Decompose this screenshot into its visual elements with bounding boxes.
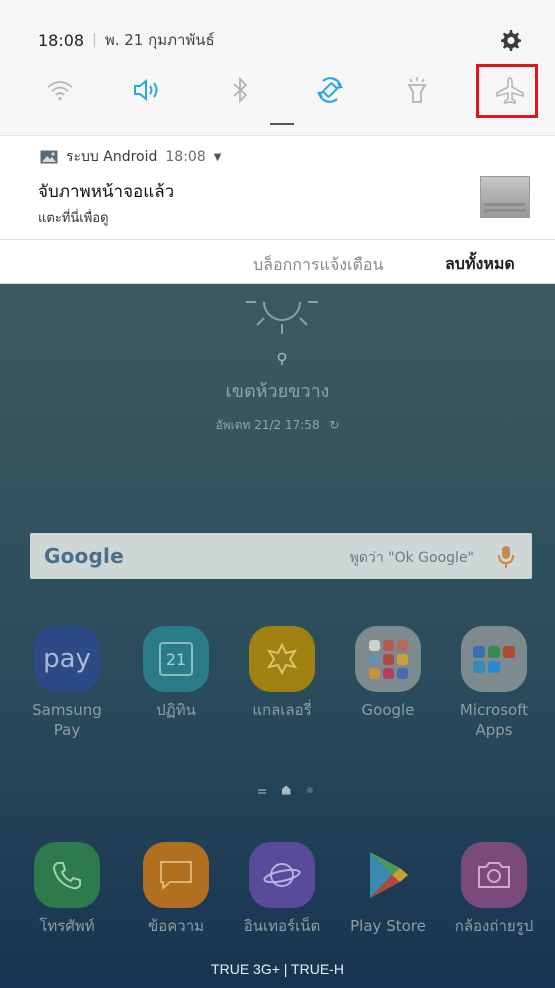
app-microsoft-folder[interactable]: Microsoft Apps bbox=[444, 626, 544, 740]
refresh-icon[interactable]: ↻ bbox=[329, 418, 339, 432]
app-gallery[interactable]: แกลเลอรี่ bbox=[232, 626, 332, 720]
sun-weather-icon bbox=[246, 301, 318, 334]
wifi-toggle[interactable] bbox=[40, 70, 80, 110]
auto-rotate-toggle[interactable] bbox=[310, 70, 350, 110]
block-notifications-button[interactable]: บล็อกการแจ้งเตือน bbox=[253, 253, 383, 278]
gallery-flower-icon bbox=[249, 626, 315, 692]
voice-search-hint: พูดว่า "Ok Google" bbox=[349, 550, 474, 566]
weather-updated-time[interactable]: อัพเดท 21/2 17:58 ↻ bbox=[0, 416, 555, 435]
app-label: Microsoft Apps bbox=[459, 701, 529, 739]
app-label: อินเทอร์เน็ต bbox=[243, 917, 321, 935]
internet-planet-icon bbox=[249, 842, 315, 908]
bluetooth-icon bbox=[233, 77, 248, 103]
microsoft-folder-icon bbox=[461, 626, 527, 692]
clock-date-row: 18:08 | พ. 21 กุมภาพันธ์ bbox=[38, 28, 215, 52]
bluetooth-toggle[interactable] bbox=[220, 70, 260, 110]
app-play-store[interactable]: Play Store bbox=[338, 842, 438, 936]
google-logo: Google bbox=[44, 544, 124, 568]
phone-icon bbox=[34, 842, 100, 908]
divider bbox=[0, 239, 555, 240]
app-google-folder[interactable]: Google bbox=[338, 626, 438, 720]
settings-gear-icon[interactable] bbox=[496, 26, 524, 54]
app-label: ปฏิทิน bbox=[156, 701, 196, 719]
menu-lines-icon bbox=[257, 789, 266, 791]
sound-icon bbox=[134, 78, 158, 102]
notification-title[interactable]: จับภาพหน้าจอแล้ว bbox=[38, 178, 174, 205]
clear-all-button[interactable]: ลบทั้งหมด bbox=[445, 252, 515, 277]
wifi-icon bbox=[47, 81, 73, 101]
screenshot-thumbnail[interactable] bbox=[480, 176, 530, 218]
notification-header[interactable]: ระบบ Android 18:08 ▼ bbox=[40, 147, 221, 167]
app-camera[interactable]: กล้องถ่ายรูป bbox=[444, 842, 544, 936]
flashlight-icon bbox=[407, 77, 427, 103]
calendar-day: 21 bbox=[165, 649, 187, 669]
page-indicator[interactable] bbox=[250, 784, 320, 796]
samsung-pay-icon-text: pay bbox=[43, 644, 91, 674]
microphone-icon[interactable] bbox=[498, 545, 514, 569]
app-label: ข้อความ bbox=[147, 917, 205, 935]
weather-location: เขตห้วยขวาง bbox=[225, 381, 330, 402]
flashlight-toggle[interactable] bbox=[397, 70, 437, 110]
camera-icon bbox=[461, 842, 527, 908]
quick-settings-panel: 18:08 | พ. 21 กุมภาพันธ์ bbox=[0, 0, 555, 136]
image-icon bbox=[40, 150, 58, 164]
notification-shade: 18:08 | พ. 21 กุมภาพันธ์ ระบบ Android 18… bbox=[0, 0, 555, 284]
notification-time: 18:08 bbox=[165, 149, 206, 165]
app-samsung-pay[interactable]: pay Samsung Pay bbox=[17, 626, 117, 740]
app-messages[interactable]: ข้อความ bbox=[126, 842, 226, 936]
calendar-icon: 21 bbox=[143, 626, 209, 692]
notification-subtitle[interactable]: แตะที่นี่เพื่อดู bbox=[38, 207, 109, 228]
home-page-icon bbox=[281, 785, 291, 795]
thumbnail-bar bbox=[484, 203, 526, 206]
chevron-down-icon[interactable]: ▼ bbox=[214, 152, 222, 163]
app-label: Play Store bbox=[350, 917, 426, 935]
app-phone[interactable]: โทรศัพท์ bbox=[17, 842, 117, 936]
app-label: กล้องถ่ายรูป bbox=[454, 917, 534, 935]
app-label: แกลเลอรี่ bbox=[252, 701, 312, 719]
date[interactable]: พ. 21 กุมภาพันธ์ bbox=[105, 28, 215, 52]
app-label: Samsung Pay bbox=[32, 701, 102, 739]
drag-handle[interactable] bbox=[270, 123, 294, 125]
app-label: โทรศัพท์ bbox=[39, 917, 95, 935]
google-search-bar[interactable]: Google พูดว่า "Ok Google" bbox=[30, 533, 532, 579]
carrier-label: TRUE 3G+ | TRUE-H bbox=[211, 961, 344, 977]
google-folder-icon bbox=[355, 626, 421, 692]
airplane-mode-highlight bbox=[476, 64, 538, 118]
app-internet[interactable]: อินเทอร์เน็ต bbox=[232, 842, 332, 936]
auto-rotate-icon bbox=[317, 77, 343, 103]
page-dot bbox=[306, 787, 313, 793]
app-calendar[interactable]: 21 ปฏิทิน bbox=[126, 626, 226, 720]
play-store-icon bbox=[355, 842, 421, 908]
location-pin-icon bbox=[277, 352, 287, 365]
sound-toggle[interactable] bbox=[127, 70, 167, 110]
messages-icon bbox=[143, 842, 209, 908]
separator: | bbox=[92, 32, 97, 48]
thumbnail-bar bbox=[484, 209, 526, 212]
clock: 18:08 bbox=[38, 30, 85, 50]
app-label: Google bbox=[361, 701, 415, 719]
notification-app-name: ระบบ Android bbox=[66, 149, 158, 165]
samsung-pay-icon: pay bbox=[34, 626, 100, 692]
weather-updated-label: อัพเดท 21/2 17:58 bbox=[215, 418, 320, 432]
